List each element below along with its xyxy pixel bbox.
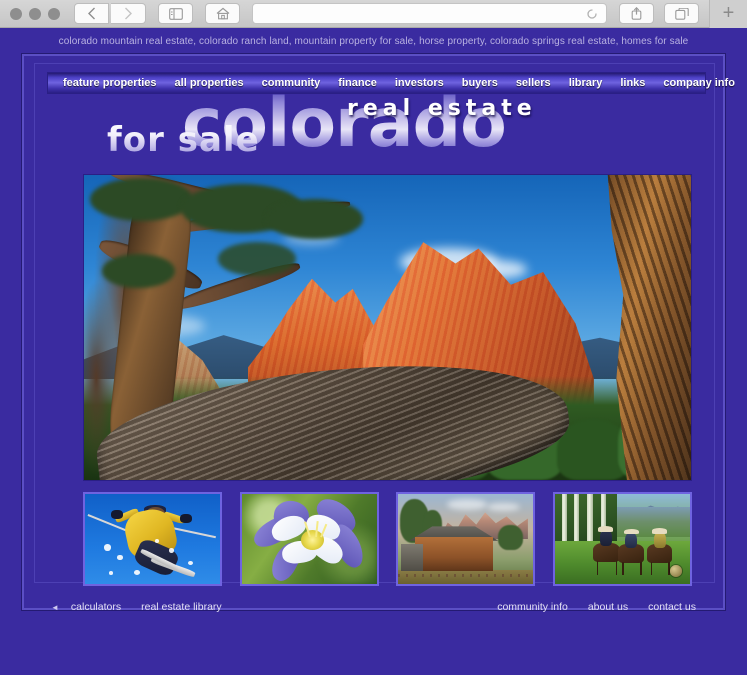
snow-spray xyxy=(155,539,160,543)
home-button[interactable] xyxy=(205,3,240,24)
barn-fence xyxy=(398,573,534,577)
chevron-left-icon xyxy=(88,7,95,20)
zoom-window-button[interactable] xyxy=(48,7,60,20)
nav-item-links[interactable]: links xyxy=(611,77,654,89)
new-tab-button[interactable]: + xyxy=(709,0,747,28)
thumbnail-row xyxy=(83,492,692,586)
cowboy-hat xyxy=(623,529,639,535)
share-button[interactable] xyxy=(619,3,654,24)
aspen-trunk xyxy=(573,494,580,547)
cowboy-hat xyxy=(652,528,667,534)
tabs-icon xyxy=(674,7,689,20)
aspen-trunk xyxy=(561,494,568,547)
resize-handle[interactable] xyxy=(669,565,682,577)
reload-icon[interactable] xyxy=(586,8,598,20)
snow-spray xyxy=(103,544,111,551)
close-window-button[interactable] xyxy=(10,7,22,20)
nav-item-sellers[interactable]: sellers xyxy=(507,77,560,89)
cowboy-hat xyxy=(598,526,613,532)
home-icon xyxy=(216,7,229,20)
chevron-right-icon xyxy=(124,7,132,20)
minimize-window-button[interactable] xyxy=(29,7,41,20)
horse-leg xyxy=(622,561,625,575)
show-tabs-button[interactable] xyxy=(664,3,699,24)
rider-shape xyxy=(653,531,666,548)
share-icon xyxy=(631,7,642,20)
footer-link-contact-us[interactable]: contact us xyxy=(638,601,706,613)
page-footer: ◄ calculators real estate library commun… xyxy=(47,594,706,620)
tree-shape xyxy=(498,524,523,550)
cloud-shape xyxy=(487,503,520,512)
nav-item-library[interactable]: library xyxy=(560,77,612,89)
address-bar[interactable] xyxy=(252,3,607,24)
thumb-horseback[interactable] xyxy=(552,492,692,586)
horse-leg xyxy=(640,561,642,575)
back-button[interactable] xyxy=(74,3,109,24)
nav-item-feature-properties[interactable]: feature properties xyxy=(54,77,166,89)
ski-glove xyxy=(110,510,123,520)
footer-link-community-info[interactable]: community info xyxy=(487,601,578,613)
footer-link-real-estate-library[interactable]: real estate library xyxy=(131,601,232,613)
sidebar-button[interactable] xyxy=(158,3,193,24)
horse-leg xyxy=(650,561,653,575)
title-word-real-estate: real estate xyxy=(347,96,537,121)
site-outer-frame: feature properties all properties commun… xyxy=(22,54,735,613)
navigation-buttons xyxy=(74,3,146,24)
tree-foliage xyxy=(217,242,297,276)
horse-leg xyxy=(615,560,618,575)
aspen-trunk xyxy=(587,494,593,547)
window-controls[interactable] xyxy=(0,7,60,20)
site-title: colorado real estate for sale xyxy=(47,90,706,161)
barn-side-shed xyxy=(401,544,423,572)
keyword-banner: colorado mountain real estate, colorado … xyxy=(58,36,689,47)
web-page: colorado mountain real estate, colorado … xyxy=(0,28,747,675)
footer-right-links: community info about us contact us xyxy=(487,601,706,613)
barn-body xyxy=(414,537,493,572)
snow-spray xyxy=(187,560,193,566)
site-inner-frame: feature properties all properties commun… xyxy=(34,63,735,613)
back-arrow-icon[interactable]: ◄ xyxy=(47,603,61,612)
snow-spray xyxy=(168,548,175,553)
rider-shape xyxy=(625,532,638,548)
tree-foliage xyxy=(102,254,176,288)
tree-foliage xyxy=(266,199,364,240)
thumb-skiing[interactable] xyxy=(83,492,222,586)
footer-link-calculators[interactable]: calculators xyxy=(61,601,131,613)
tree-foliage xyxy=(90,178,194,221)
thumb-columbine[interactable] xyxy=(239,492,379,586)
footer-link-about-us[interactable]: about us xyxy=(578,601,638,613)
forward-button[interactable] xyxy=(111,3,146,24)
footer-left-links: ◄ calculators real estate library xyxy=(47,601,232,613)
rider-shape xyxy=(599,530,612,547)
sidebar-icon xyxy=(168,7,183,20)
horse-leg xyxy=(596,560,599,575)
nav-item-company-info[interactable]: company info xyxy=(654,77,744,89)
browser-toolbar: + xyxy=(0,0,747,28)
hero-image[interactable] xyxy=(83,174,692,481)
snow-spray xyxy=(117,555,123,560)
ski-glove xyxy=(179,513,192,523)
title-word-for-sale: for sale xyxy=(107,120,260,160)
thumb-barn[interactable] xyxy=(396,492,536,586)
